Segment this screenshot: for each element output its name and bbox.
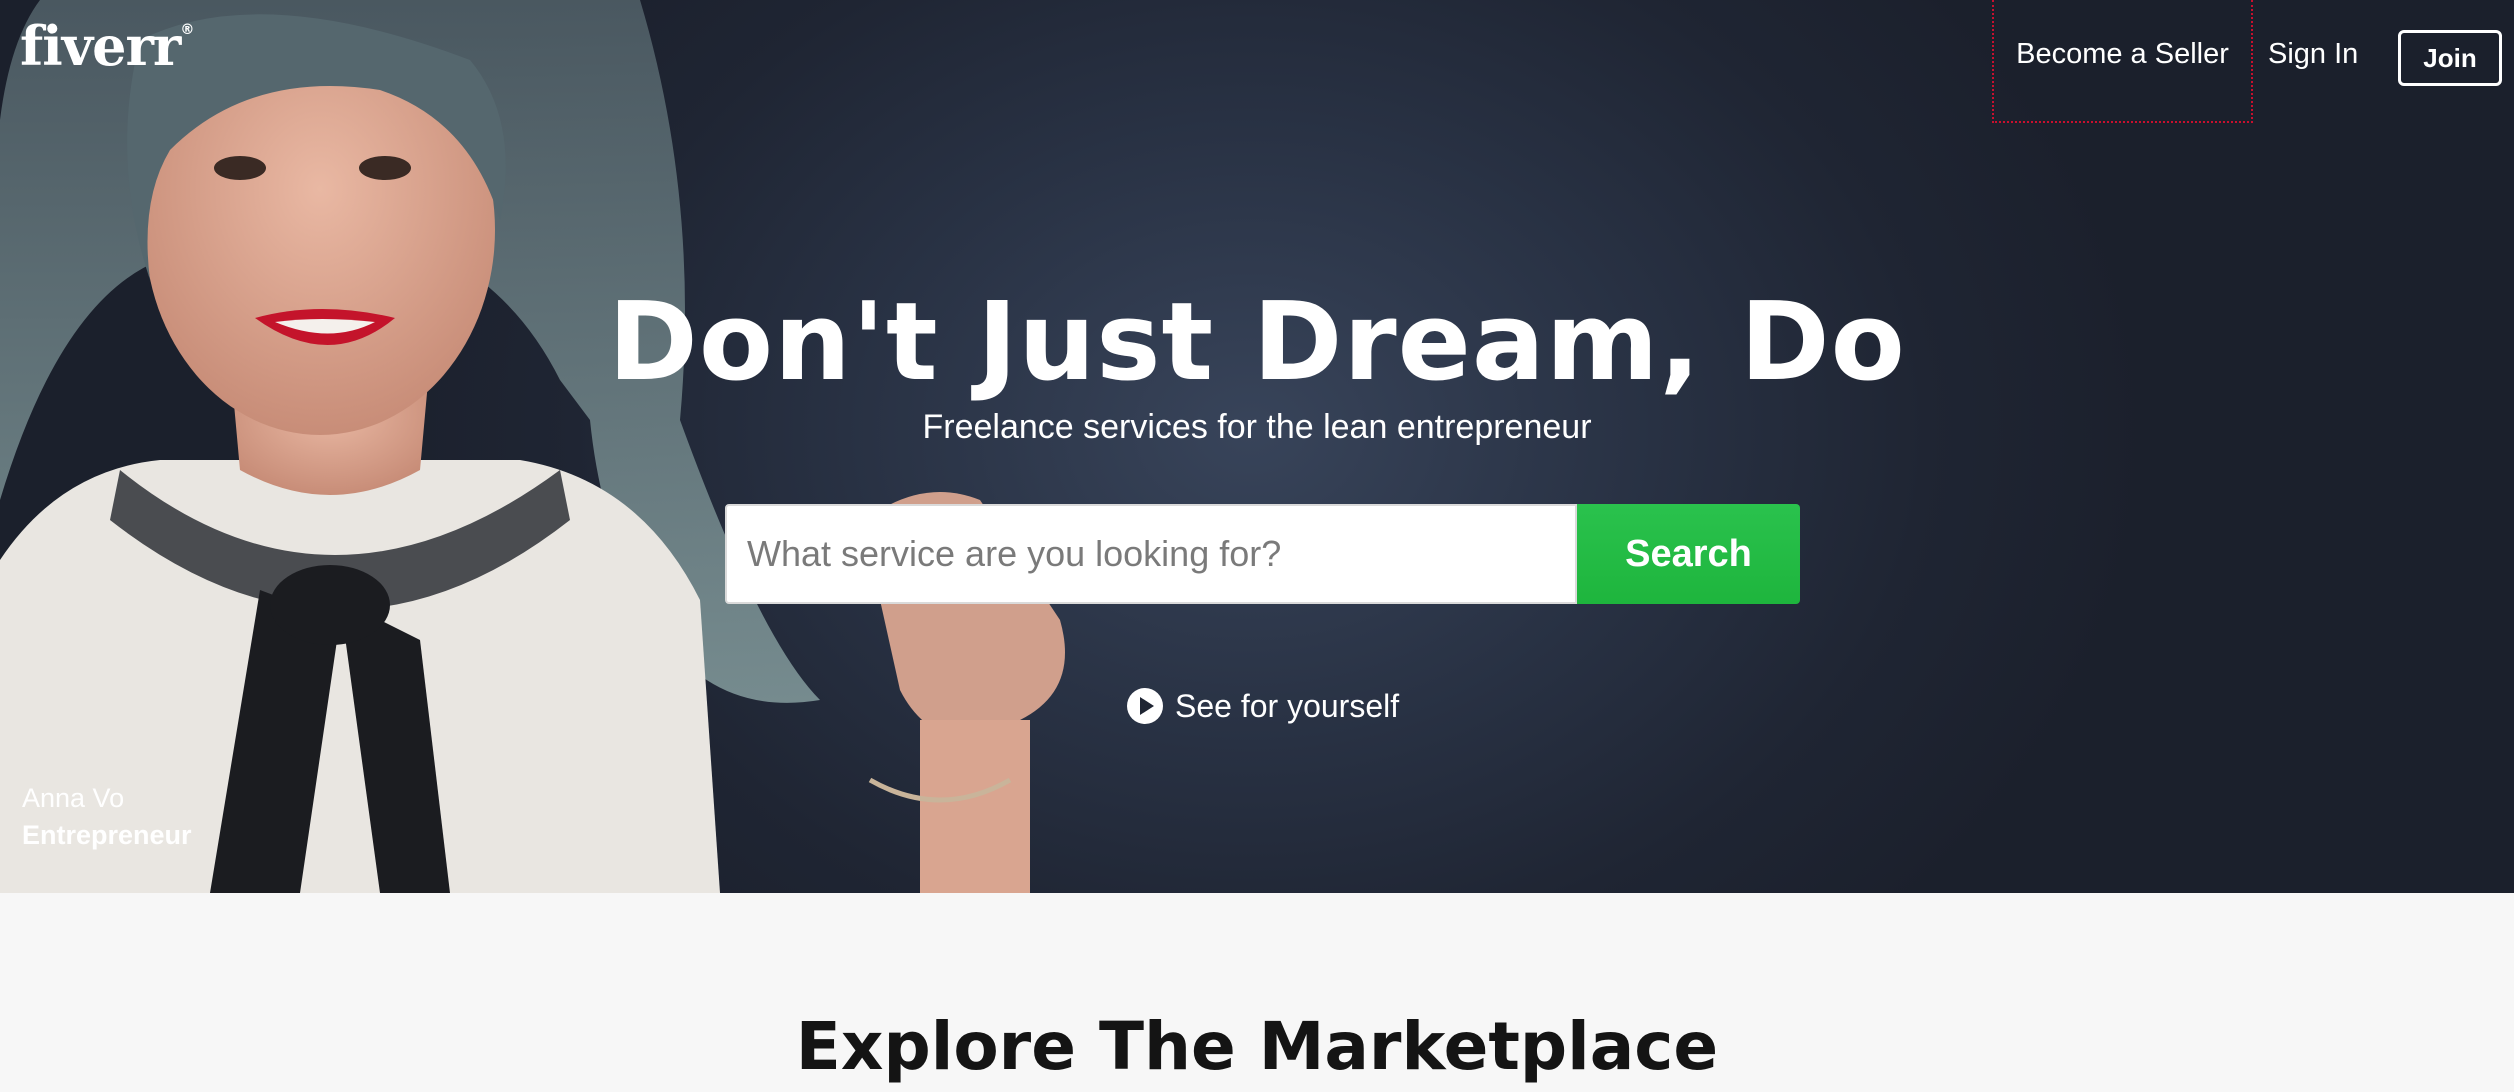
caption-role: Entrepreneur [22, 820, 192, 850]
hero-headline: Don't Just Dream, Do [608, 280, 1906, 405]
see-for-yourself-link[interactable]: See for yourself [1127, 686, 1399, 726]
see-for-yourself-label: See for yourself [1175, 687, 1400, 724]
search-form: Search [725, 504, 1800, 604]
hero-subheadline: Freelance services for the lean entrepre… [922, 408, 1592, 446]
sign-in-link[interactable]: Sign In [2268, 38, 2358, 71]
search-button[interactable]: Search [1577, 504, 1800, 604]
registered-mark: ® [180, 22, 194, 38]
play-circle-icon [1127, 688, 1163, 724]
caption-name: Anna Vo [22, 783, 125, 813]
become-seller-link[interactable]: Become a Seller [1992, 0, 2253, 123]
logo-text: fiverr [20, 14, 181, 78]
search-input[interactable] [725, 504, 1577, 604]
fiverr-logo[interactable]: fiverr® [20, 14, 194, 78]
explore-marketplace-title: Explore The Marketplace [795, 1008, 1719, 1085]
hero-section: fiverr® Become a Seller Sign In Join Don… [0, 0, 2514, 893]
hero-caption: Anna Vo Entrepreneur [22, 783, 192, 851]
join-button[interactable]: Join [2398, 30, 2502, 86]
